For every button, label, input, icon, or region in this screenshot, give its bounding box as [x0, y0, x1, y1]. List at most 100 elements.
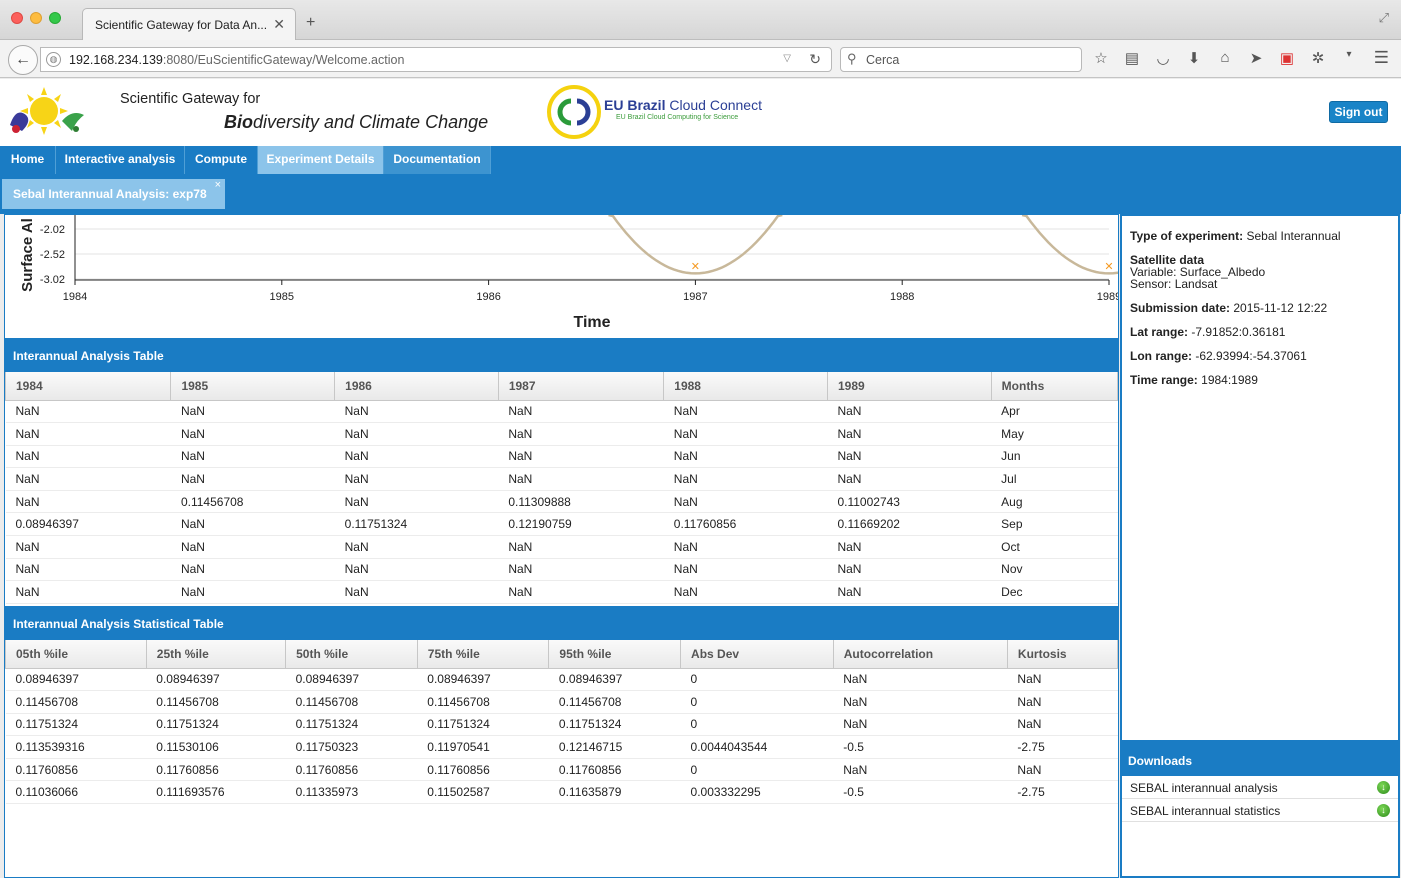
column-header[interactable]: 1988 [663, 372, 828, 401]
table-cell: NaN [833, 713, 1008, 737]
table-cell: 0.11456708 [548, 690, 681, 714]
table-cell: 0 [680, 690, 834, 714]
table-cell: NaN [827, 422, 992, 446]
submission-date: Submission date: 2015-11-12 12:22 [1130, 301, 1328, 315]
column-header[interactable]: Months [990, 372, 1118, 401]
column-header[interactable]: 75th %ile [416, 640, 550, 669]
addon-icon[interactable]: ✲ [1309, 49, 1327, 67]
experiment-sidebar: Type of experiment: Sebal Interannual Sa… [1120, 214, 1400, 878]
table-cell: Dec [991, 580, 1118, 604]
bookmark-star-icon[interactable]: ☆ [1092, 49, 1110, 67]
reload-icon[interactable]: ↻ [809, 51, 821, 68]
dropdown-arrow-icon[interactable]: ▽ [783, 53, 791, 64]
table-cell: -0.5 [833, 780, 1008, 805]
nav-home[interactable]: Home [0, 146, 56, 174]
search-input[interactable]: ⚲ Cerca [840, 47, 1082, 72]
table-cell: 0.11335973 [285, 780, 418, 805]
url-bar[interactable]: ◍ 192.168.234.139:8080/EuScientificGatew… [40, 47, 832, 72]
browser-tab[interactable]: Scientific Gateway for Data An... ✕ [82, 8, 296, 40]
table-cell: NaN [170, 512, 335, 537]
downloads-list: SEBAL interannual analysis ↓ SEBAL inter… [1122, 776, 1398, 876]
column-header[interactable]: 1986 [334, 372, 499, 401]
nav-compute[interactable]: Compute [185, 146, 258, 174]
nav-experiment-details[interactable]: Experiment Details [258, 146, 384, 174]
table-cell: NaN [827, 445, 992, 469]
zoom-window-button[interactable] [49, 12, 61, 24]
table-cell: NaN [663, 422, 828, 446]
experiment-tab[interactable]: Sebal Interannual Analysis: exp78 × [2, 179, 225, 209]
table-cell: 0.11760856 [417, 758, 549, 782]
table-cell: NaN [170, 558, 335, 582]
sun-logo [10, 87, 84, 135]
table-cell: Nov [991, 558, 1118, 582]
reading-list-icon[interactable]: ▤ [1123, 49, 1141, 67]
table-cell: NaN [1007, 713, 1118, 737]
table-cell: NaN [827, 580, 992, 604]
download-icon[interactable]: ↓ [1377, 804, 1390, 817]
nav-interactive-analysis[interactable]: Interactive analysis [56, 146, 185, 174]
table-cell: 0.11456708 [5, 690, 147, 714]
y-axis-label: Surface Al [19, 218, 36, 292]
send-icon[interactable]: ➤ [1247, 49, 1265, 67]
overflow-arrow-icon[interactable]: ▾ [1340, 49, 1358, 67]
table-cell: NaN [498, 422, 664, 446]
table-cell: 0.08946397 [285, 668, 418, 692]
column-header[interactable]: Autocorrelation [832, 640, 1008, 669]
table-cell: 0.11751324 [417, 713, 549, 737]
column-header[interactable]: 25th %ile [145, 640, 287, 669]
download-item-label: SEBAL interannual analysis [1130, 781, 1278, 795]
hamburger-menu-icon[interactable]: ☰ [1374, 48, 1389, 68]
table-cell: NaN [663, 580, 828, 604]
back-button[interactable]: ← [8, 45, 38, 75]
new-tab-button[interactable]: + [306, 14, 315, 32]
download-item[interactable]: SEBAL interannual analysis ↓ [1122, 776, 1398, 799]
search-placeholder: Cerca [866, 53, 900, 67]
nav-documentation[interactable]: Documentation [384, 146, 491, 174]
close-tab-icon[interactable]: × [215, 179, 221, 191]
table-cell: 0 [680, 713, 834, 737]
download-item[interactable]: SEBAL interannual statistics ↓ [1122, 799, 1398, 822]
brand-line-2: Biodiversity and Climate Change [224, 112, 489, 132]
search-icon: ⚲ [847, 51, 857, 66]
column-header[interactable]: 1989 [826, 372, 992, 401]
table-cell: NaN [5, 558, 171, 582]
column-header[interactable]: 05th %ile [5, 640, 147, 669]
close-window-button[interactable] [11, 12, 23, 24]
table-cell: 0.12190759 [498, 512, 664, 537]
fullscreen-icon[interactable]: ⤢ [1379, 10, 1389, 26]
table-cell: NaN [170, 580, 335, 604]
table-cell: NaN [663, 535, 828, 559]
table-cell: 0.11456708 [146, 690, 286, 714]
table-cell: 0.11760856 [548, 758, 681, 782]
browser-toolbar: ← ◍ 192.168.234.139:8080/EuScientificGat… [0, 40, 1401, 78]
url-text: 192.168.234.139:8080/EuScientificGateway… [69, 53, 405, 67]
brand-line-1: Scientific Gateway for [120, 91, 261, 107]
table-cell: 0.11751324 [285, 713, 418, 737]
table-cell: 0.11970541 [417, 735, 549, 759]
column-header[interactable]: 1984 [5, 372, 172, 401]
table-cell: 0.11760856 [285, 758, 418, 782]
sign-out-button[interactable]: Sign out [1329, 101, 1388, 123]
experiment-tabs-bar: Sebal Interannual Analysis: exp78 × [0, 174, 1401, 214]
table-cell: -2.75 [1007, 735, 1118, 759]
table-cell: 0.11530106 [146, 735, 286, 759]
column-header[interactable]: Kurtosis [1006, 640, 1118, 669]
extension-icon[interactable]: ▣ [1278, 49, 1296, 67]
column-header[interactable]: 1985 [170, 372, 336, 401]
table-cell: NaN [5, 422, 171, 446]
home-icon[interactable]: ⌂ [1216, 49, 1234, 67]
minimize-window-button[interactable] [30, 12, 42, 24]
table-cell: 0.11750323 [285, 735, 418, 759]
close-tab-icon[interactable]: ✕ [273, 16, 285, 33]
column-header[interactable]: 50th %ile [285, 640, 418, 669]
pocket-icon[interactable]: ◡ [1154, 49, 1172, 67]
table-cell: NaN [498, 558, 664, 582]
column-header[interactable]: 1987 [497, 372, 665, 401]
table-cell: NaN [498, 535, 664, 559]
download-icon[interactable]: ⬇ [1185, 49, 1203, 67]
y-tick-label: -2.52 [40, 249, 65, 261]
column-header[interactable]: Abs Dev [680, 640, 834, 669]
column-header[interactable]: 95th %ile [548, 640, 682, 669]
table-cell: 0.08946397 [548, 668, 681, 692]
download-icon[interactable]: ↓ [1377, 781, 1390, 794]
